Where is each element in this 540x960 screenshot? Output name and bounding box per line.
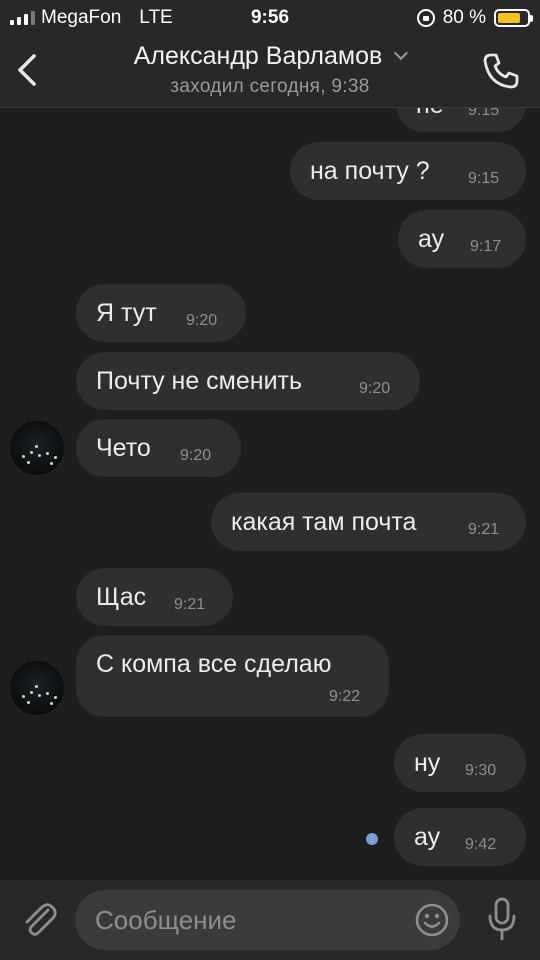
phone-icon bbox=[483, 53, 519, 89]
message-time: 9:15 bbox=[468, 170, 500, 187]
smiley-icon bbox=[415, 903, 449, 937]
message-text: ау bbox=[418, 225, 445, 253]
status-bar: MegaFon LTE 9:56 80 % bbox=[0, 0, 540, 36]
contact-name-button[interactable]: Александр Варламов bbox=[0, 42, 540, 71]
message-bubble-outgoing[interactable]: ну 9:30 bbox=[394, 734, 526, 792]
message-bubble-incoming[interactable]: С компа все сделаю 9:22 bbox=[76, 635, 389, 717]
battery-percent: 80 % bbox=[442, 7, 486, 28]
message-text: Почту не сменить bbox=[96, 367, 303, 395]
message-bubble-outgoing[interactable]: на почту ? 9:15 bbox=[290, 142, 526, 200]
message-bubble-outgoing[interactable]: ау 9:17 bbox=[398, 210, 526, 268]
message-text: Щас bbox=[96, 583, 147, 611]
unread-indicator bbox=[366, 833, 378, 845]
paperclip-icon bbox=[25, 903, 57, 936]
message-bubble-incoming[interactable]: Чето 9:20 bbox=[76, 419, 241, 477]
chat-header: Александр Варламов заходил сегодня, 9:38 bbox=[0, 36, 540, 108]
message-input[interactable]: Сообщение bbox=[75, 890, 460, 950]
message-text: ну bbox=[414, 749, 441, 777]
message-bubble-incoming[interactable]: Я тут 9:20 bbox=[76, 284, 246, 342]
battery-icon bbox=[494, 9, 533, 27]
chevron-down-icon bbox=[394, 45, 409, 61]
message-text: ау bbox=[414, 823, 441, 851]
last-seen-status: заходил сегодня, 9:38 bbox=[170, 76, 370, 97]
message-time: 9:22 bbox=[329, 688, 361, 705]
microphone-icon bbox=[488, 897, 516, 941]
message-bubble-outgoing[interactable]: ау 9:42 bbox=[394, 808, 526, 866]
message-text: какая там почта bbox=[231, 508, 417, 536]
message-time: 9:20 bbox=[180, 447, 212, 464]
message-list[interactable]: не 9:15 на почту ? 9:15 ау 9:17 Я тут 9:… bbox=[0, 0, 540, 880]
attach-button[interactable] bbox=[18, 898, 60, 940]
voice-message-button[interactable] bbox=[486, 896, 518, 942]
message-time: 9:17 bbox=[470, 238, 502, 255]
message-text: Чето bbox=[96, 434, 151, 462]
message-time: 9:20 bbox=[186, 312, 218, 329]
call-button[interactable] bbox=[480, 50, 522, 92]
message-time: 9:42 bbox=[465, 836, 497, 853]
message-time: 9:20 bbox=[359, 380, 391, 397]
contact-avatar[interactable] bbox=[10, 421, 64, 475]
contact-avatar[interactable] bbox=[10, 661, 64, 715]
message-time: 9:30 bbox=[465, 762, 497, 779]
message-bubble-incoming[interactable]: Почту не сменить 9:20 bbox=[76, 352, 420, 410]
message-text: С компа все сделаю bbox=[96, 650, 332, 678]
message-text: на почту ? bbox=[310, 157, 430, 185]
emoji-button[interactable] bbox=[414, 902, 450, 938]
message-time: 9:21 bbox=[468, 521, 500, 538]
message-bubble-outgoing[interactable]: какая там почта 9:21 bbox=[211, 493, 526, 551]
message-time: 9:21 bbox=[174, 596, 206, 613]
message-composer: Сообщение bbox=[0, 880, 540, 960]
message-input-placeholder: Сообщение bbox=[95, 905, 237, 935]
message-bubble-incoming[interactable]: Щас 9:21 bbox=[76, 568, 233, 626]
contact-name: Александр Варламов bbox=[133, 42, 383, 70]
message-text: Я тут bbox=[96, 299, 157, 327]
rotation-lock-icon bbox=[416, 9, 435, 27]
